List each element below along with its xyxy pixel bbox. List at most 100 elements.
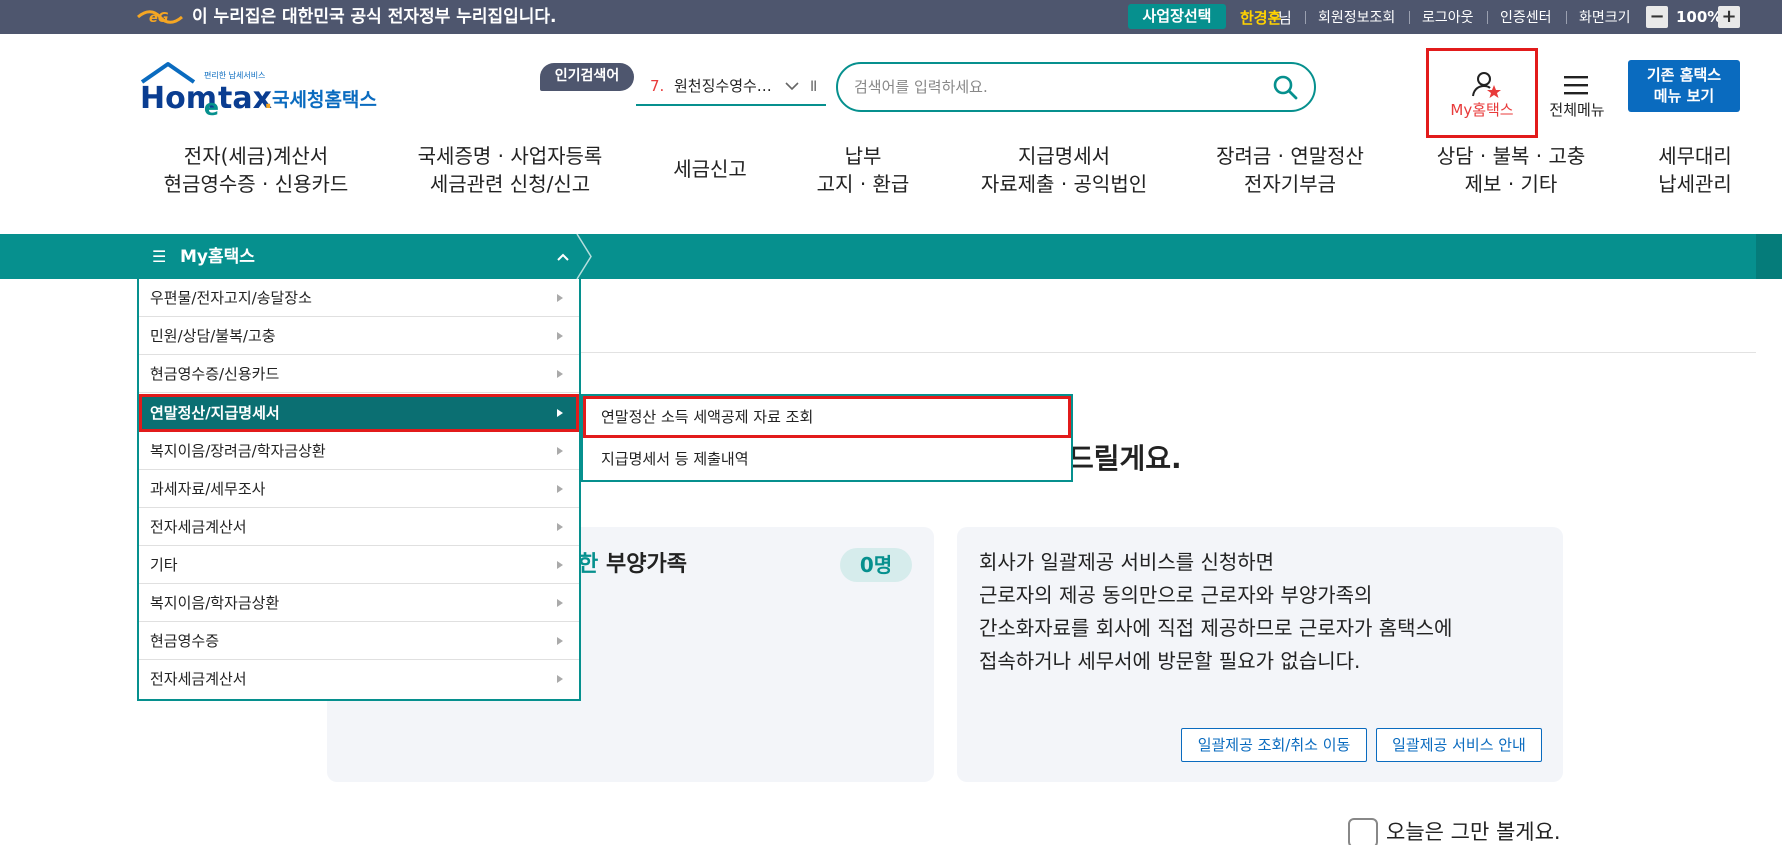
gnb-counsel-appeal[interactable]: 상담 · 불복 · 고충 제보 · 기타	[1418, 142, 1604, 198]
dismiss-today-checkbox[interactable]	[1348, 818, 1378, 845]
chevron-right-icon	[557, 637, 563, 645]
dropdown-item-label: 과세자료/세무조사	[150, 480, 266, 498]
gnb-invoice-receipt[interactable]: 전자(세금)계산서 현금영수증 · 신용카드	[156, 142, 356, 198]
pause-icon[interactable]: II	[810, 77, 817, 97]
popular-search-tag: 인기검색어	[540, 63, 634, 91]
dropdown-item-label: 연말정산/지급명세서	[150, 404, 280, 422]
gnb-tax-agent[interactable]: 세무대리 납세관리	[1640, 142, 1750, 198]
divider	[1409, 11, 1410, 24]
dropdown-item-tax-audit[interactable]: 과세자료/세무조사	[139, 470, 579, 508]
all-menu-label[interactable]: 전체메뉴	[1546, 100, 1608, 120]
dependents-card-title: 부양가족	[606, 552, 687, 577]
hometax-logo[interactable]: 편리한 납세서비스 Hom e tax . 국세청홈택스	[138, 60, 378, 118]
dismiss-today-label[interactable]: 오늘은 그만 볼게요.	[1386, 818, 1561, 845]
dropdown-item-label: 복지이음/장려금/학자금상환	[150, 442, 326, 460]
dropdown-item-label: 전자세금계산서	[150, 518, 247, 536]
dropdown-item-label: 민원/상담/불복/고충	[150, 327, 276, 345]
gnb-line: 세금관련 신청/신고	[429, 172, 591, 196]
svg-text:eG: eG	[149, 11, 169, 26]
gnb-tax-filing[interactable]: 세금신고	[660, 155, 760, 183]
chevron-down-icon[interactable]	[784, 78, 800, 94]
screen-size-label: 화면크기	[1579, 10, 1631, 26]
member-info-link[interactable]: 회원정보조회	[1318, 7, 1395, 29]
zoom-value: 100%	[1676, 8, 1723, 26]
gnb-certificate-registration[interactable]: 국세증명 · 사업자등록 세금관련 신청/신고	[410, 142, 610, 198]
hamburger-menu-icon[interactable]	[1563, 74, 1589, 96]
dropdown-item-yearend[interactable]: 연말정산/지급명세서	[139, 394, 579, 432]
divider	[1487, 11, 1488, 24]
cert-center-link[interactable]: 인증센터	[1500, 7, 1552, 29]
gnb-line: 세무대리	[1658, 144, 1732, 168]
divider	[1566, 11, 1567, 24]
bulk-lookup-cancel-button[interactable]: 일괄제공 조회/취소 이동	[1181, 728, 1367, 762]
submenu-item-yearend-deduction-lookup[interactable]: 연말정산 소득 세액공제 자료 조회	[583, 396, 1071, 438]
myhometax-label: My홈택스	[1450, 101, 1514, 119]
gnb-line: 제보 · 기타	[1464, 172, 1558, 196]
dropdown-item-e-invoice[interactable]: 전자세금계산서	[139, 508, 579, 546]
chevron-right-icon	[557, 561, 563, 569]
zoom-in-button[interactable]: +	[1718, 6, 1740, 28]
dropdown-item-welfare-incentive[interactable]: 복지이음/장려금/학자금상환	[139, 432, 579, 470]
dropdown-item-label: 전자세금계산서	[150, 670, 247, 688]
myhometax-menu-title: My홈택스	[180, 247, 255, 267]
gnb-line: 지급명세서	[1018, 144, 1110, 168]
gnb-payment-statement[interactable]: 지급명세서 자료제출 · 공익법인	[966, 142, 1162, 198]
breadcrumb-separator-icon	[576, 234, 592, 279]
dropdown-item-etc[interactable]: 기타	[139, 546, 579, 584]
bulk-provision-text: 간소화자료를 회사에 직접 제공하므로 근로자가 홈택스에	[979, 616, 1453, 640]
gnb-line: 자료제출 · 공익법인	[980, 172, 1148, 196]
popular-search-keyword[interactable]: 원천징수영수…	[674, 75, 772, 97]
bulk-provision-text: 회사가 일괄제공 서비스를 신청하면	[979, 550, 1275, 574]
user-star-icon	[1472, 72, 1501, 98]
dropdown-item-label: 현금영수증/신용카드	[150, 365, 280, 383]
chevron-right-icon	[557, 599, 563, 607]
dropdown-item-e-tax-invoice[interactable]: 전자세금계산서	[139, 660, 579, 698]
dependents-card-title-prefix: 한	[578, 552, 599, 577]
dropdown-item-welfare-student-loan[interactable]: 복지이음/학자금상환	[139, 584, 579, 622]
chevron-up-icon[interactable]	[556, 252, 570, 262]
divider	[580, 352, 1756, 353]
gnb-incentive-yearend[interactable]: 장려금 · 연말정산 전자기부금	[1200, 142, 1380, 198]
submenu-item-statement-submissions[interactable]: 지급명세서 등 제출내역	[583, 438, 1071, 480]
dropdown-item-cash-card[interactable]: 현금영수증/신용카드	[139, 355, 579, 393]
search-icon[interactable]	[1272, 74, 1298, 100]
legacy-menu-line1: 기존 홈택스	[1646, 66, 1722, 84]
gnb-line: 고지 · 환급	[816, 172, 910, 196]
gov-eg-logo: eG	[137, 10, 183, 26]
bulk-provision-text: 근로자의 제공 동의만으로 근로자와 부양가족의	[979, 583, 1373, 607]
user-name-suffix: 님	[1278, 9, 1292, 27]
dropdown-item-civil[interactable]: 민원/상담/불복/고충	[139, 317, 579, 355]
popular-search-rank: 7.	[650, 77, 665, 95]
chevron-right-icon	[557, 675, 563, 683]
business-select-button[interactable]: 사업장선택	[1128, 4, 1226, 29]
user-name: 한경훈	[1240, 9, 1282, 27]
hometax-logo-title: 국세청홈택스	[272, 88, 377, 111]
gnb-line: 전자(세금)계산서	[183, 144, 329, 168]
chevron-right-icon	[557, 370, 563, 378]
gnb-line: 전자기부금	[1244, 172, 1336, 196]
dropdown-item-label: 기타	[150, 556, 178, 574]
chevron-right-icon	[557, 332, 563, 340]
search-input[interactable]	[854, 70, 1254, 104]
gnb-line: 납부	[844, 144, 882, 168]
chevron-right-icon	[557, 409, 563, 417]
dependents-count-badge[interactable]: 0명	[840, 548, 912, 582]
legacy-menu-button[interactable]: 기존 홈택스 메뉴 보기	[1628, 60, 1740, 112]
gov-banner-text: 이 누리집은 대한민국 공식 전자정부 누리집입니다.	[192, 7, 557, 27]
gnb-line: 현금영수증 · 신용카드	[163, 172, 349, 196]
menu-list-icon: ☰	[152, 247, 167, 266]
bulk-provision-text: 접속하거나 세무서에 방문할 필요가 없습니다.	[979, 649, 1361, 673]
gnb-line: 세금신고	[673, 157, 747, 181]
dropdown-item-cash-receipt[interactable]: 현금영수증	[139, 622, 579, 660]
gnb-line: 상담 · 불복 · 고충	[1436, 144, 1586, 168]
hometax-logo-slogan: 편리한 납세서비스	[204, 70, 265, 80]
gnb-line: 장려금 · 연말정산	[1216, 144, 1364, 168]
gnb-payment[interactable]: 납부 고지 · 환급	[800, 142, 926, 198]
bulk-service-guide-button[interactable]: 일괄제공 서비스 안내	[1376, 728, 1542, 762]
logout-link[interactable]: 로그아웃	[1422, 7, 1474, 29]
chevron-right-icon	[557, 447, 563, 455]
zoom-out-button[interactable]: −	[1646, 6, 1668, 28]
dropdown-item-mail[interactable]: 우편물/전자고지/송달장소	[139, 279, 579, 317]
dropdown-item-label: 현금영수증	[150, 632, 220, 650]
chevron-right-icon	[557, 294, 563, 302]
